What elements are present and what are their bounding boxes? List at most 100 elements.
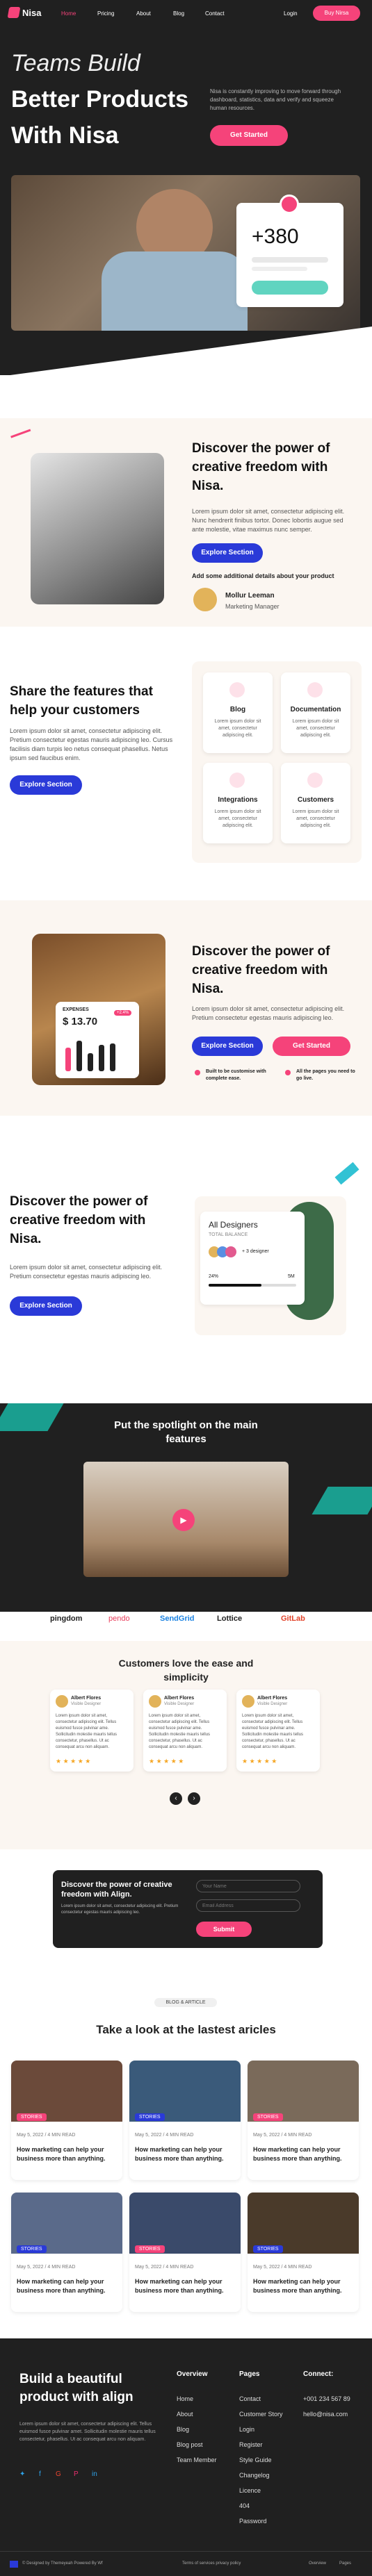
feature-card-blog[interactable]: Blog Lorem ipsum dolor sit amet, consect…: [203, 672, 273, 753]
footer-title: Build a beautiful product with align: [19, 2372, 134, 2404]
section3-explore-button[interactable]: Explore Section: [192, 1037, 263, 1056]
twitter-icon[interactable]: ✦: [19, 2470, 25, 2478]
expenses-label: EXPENSES: [63, 1007, 89, 1012]
facebook-icon[interactable]: f: [39, 2470, 41, 2478]
footer-link[interactable]: Team Member: [177, 2457, 217, 2463]
quote: Lorem ipsum dolor sit amet, consectetur …: [56, 1714, 118, 1749]
feature-item-2: All the pages you need to go live.: [296, 1069, 355, 1081]
blog-card[interactable]: STORIES May 5, 2022 / 4 MIN READ How marke…: [11, 2061, 122, 2180]
bottom-link-pages[interactable]: Pages: [339, 2561, 351, 2566]
subscribe-desc: Lorem ipsum dolor sit amet, consectetur …: [61, 1904, 179, 1915]
blog-post-title[interactable]: How marketing can help your business mor…: [17, 2277, 117, 2295]
blog-meta: May 5, 2022 / 4 MIN READ: [253, 2133, 312, 2138]
designers-count: + 3 designer: [242, 1249, 269, 1254]
section3-get-started-button[interactable]: Get Started: [273, 1037, 350, 1056]
pages-heading: Pages: [239, 2370, 260, 2378]
blog-meta: May 5, 2022 / 4 MIN READ: [253, 2265, 312, 2270]
blog-card[interactable]: STORIES May 5, 2022 / 4 MIN READ How marke…: [248, 2061, 359, 2180]
nav-pricing[interactable]: Pricing: [97, 10, 114, 17]
footer-link[interactable]: Login: [239, 2426, 254, 2433]
name-field[interactable]: [196, 1880, 300, 1892]
footer-phone[interactable]: +001 234 567 89: [303, 2395, 350, 2402]
footer-link[interactable]: About: [177, 2411, 193, 2418]
footer-link[interactable]: Home: [177, 2395, 193, 2402]
nav-contact[interactable]: Contact: [205, 10, 225, 17]
feature-section-3: EXPENSES $ 13.70 +2.4% Discover the powe…: [0, 900, 372, 1116]
section2-title: Share the features that help your custom…: [10, 684, 153, 718]
section3-title: Discover the power of creative freedom w…: [192, 944, 330, 996]
terms-link[interactable]: Terms of services privacy policy: [182, 2561, 241, 2566]
progress-track: [209, 1284, 296, 1287]
footer-link[interactable]: Password: [239, 2518, 267, 2525]
section2-explore-button[interactable]: Explore Section: [10, 775, 82, 795]
feature-section-2: Share the features that help your custom…: [0, 653, 372, 863]
feature-card-integrations[interactable]: Integrations Lorem ipsum dolor sit amet,…: [203, 763, 273, 843]
blog-post-title[interactable]: How marketing can help your business mor…: [135, 2277, 235, 2295]
footer-link[interactable]: Blog: [177, 2426, 189, 2433]
footer-link[interactable]: Register: [239, 2441, 263, 2448]
section4-explore-button[interactable]: Explore Section: [10, 1296, 82, 1316]
feature-card-documentation[interactable]: Documentation Lorem ipsum dolor sit amet…: [281, 672, 350, 753]
blog-image: [248, 2193, 359, 2254]
testimonials-section: Customers love the ease and simplicity A…: [0, 1641, 372, 1849]
blog-card[interactable]: STORIES May 5, 2022 / 4 MIN READ How marke…: [129, 2193, 241, 2312]
hero-line1: Teams Build: [11, 50, 140, 76]
footer-link[interactable]: Licence: [239, 2487, 261, 2494]
documentation-icon: [307, 682, 323, 697]
section1-title: Discover the power of creative freedom w…: [192, 441, 330, 493]
footer-link[interactable]: Contact: [239, 2395, 261, 2402]
buy-button[interactable]: Buy Nirsa: [313, 6, 360, 21]
feature-cards-panel: Blog Lorem ipsum dolor sit amet, consect…: [192, 661, 362, 863]
footer-desc: Lorem ipsum dolor sit amet, consectetur …: [19, 2422, 156, 2442]
avatar: [225, 1246, 236, 1257]
blog-post-title[interactable]: How marketing can help your business mor…: [17, 2145, 117, 2163]
subscribe-section: Discover the power of creative freedom w…: [0, 1866, 372, 1963]
sendgrid-logo: SendGrid: [160, 1615, 195, 1623]
play-icon[interactable]: ▶: [172, 1509, 195, 1531]
blog-icon: [229, 682, 245, 697]
blog-card[interactable]: STORIES May 5, 2022 / 4 MIN READ How marke…: [11, 2193, 122, 2312]
bottom-link-overview[interactable]: Overview: [309, 2561, 326, 2566]
blog-post-title[interactable]: How marketing can help your business mor…: [253, 2277, 353, 2295]
section3-desc: Lorem ipsum dolor sit amet, consectetur …: [192, 1005, 345, 1021]
avatar: [193, 588, 217, 611]
feature-card-customers[interactable]: Customers Lorem ipsum dolor sit amet, co…: [281, 763, 350, 843]
card-title: Customers: [297, 796, 334, 804]
linkedin-icon[interactable]: in: [92, 2470, 97, 2478]
integrations-icon: [229, 773, 245, 788]
google-plus-icon[interactable]: G: [56, 2470, 61, 2478]
nav-home[interactable]: Home: [61, 10, 76, 17]
logo-text[interactable]: Nisa: [22, 8, 41, 18]
testimonial-card: Albert Flores Visible Designer Lorem ips…: [143, 1690, 227, 1772]
email-field[interactable]: [196, 1899, 300, 1912]
nav-about[interactable]: About: [136, 10, 151, 17]
footer-link[interactable]: Customer Story: [239, 2411, 283, 2418]
footer-link[interactable]: Changelog: [239, 2472, 270, 2479]
card-desc: Lorem ipsum dolor sit amet, consectetur …: [214, 719, 261, 738]
section1-image: [31, 453, 164, 604]
prev-arrow-icon[interactable]: ‹: [170, 1792, 182, 1805]
blog-meta: May 5, 2022 / 4 MIN READ: [135, 2133, 194, 2138]
footer-link[interactable]: Blog post: [177, 2441, 203, 2448]
author-name: Albert Flores: [257, 1696, 288, 1701]
section1-explore-button[interactable]: Explore Section: [192, 543, 263, 563]
nav-login[interactable]: Login: [284, 10, 298, 17]
quote: Lorem ipsum dolor sit amet, consectetur …: [242, 1714, 304, 1749]
pinterest-icon[interactable]: P: [74, 2470, 79, 2478]
bar: [110, 1043, 115, 1071]
blog-card[interactable]: STORIES May 5, 2022 / 4 MIN READ How marke…: [248, 2193, 359, 2312]
blog-card[interactable]: STORIES May 5, 2022 / 4 MIN READ How marke…: [129, 2061, 241, 2180]
next-arrow-icon[interactable]: ›: [188, 1792, 200, 1805]
blog-badge: STORIES: [253, 2113, 283, 2121]
footer-email[interactable]: hello@nisa.com: [303, 2411, 348, 2418]
submit-button[interactable]: Submit: [196, 1922, 252, 1937]
blog-post-title[interactable]: How marketing can help your business mor…: [135, 2145, 235, 2163]
footer-link[interactable]: Style Guide: [239, 2457, 272, 2463]
progress-start: 24%: [209, 1274, 219, 1279]
hero-cta-button[interactable]: Get Started: [210, 125, 288, 146]
person-name: Mollur Leeman: [225, 592, 275, 600]
footer-link[interactable]: 404: [239, 2502, 250, 2509]
blog-post-title[interactable]: How marketing can help your business mor…: [253, 2145, 353, 2163]
connect-heading: Connect:: [303, 2370, 334, 2378]
nav-blog[interactable]: Blog: [173, 10, 184, 17]
